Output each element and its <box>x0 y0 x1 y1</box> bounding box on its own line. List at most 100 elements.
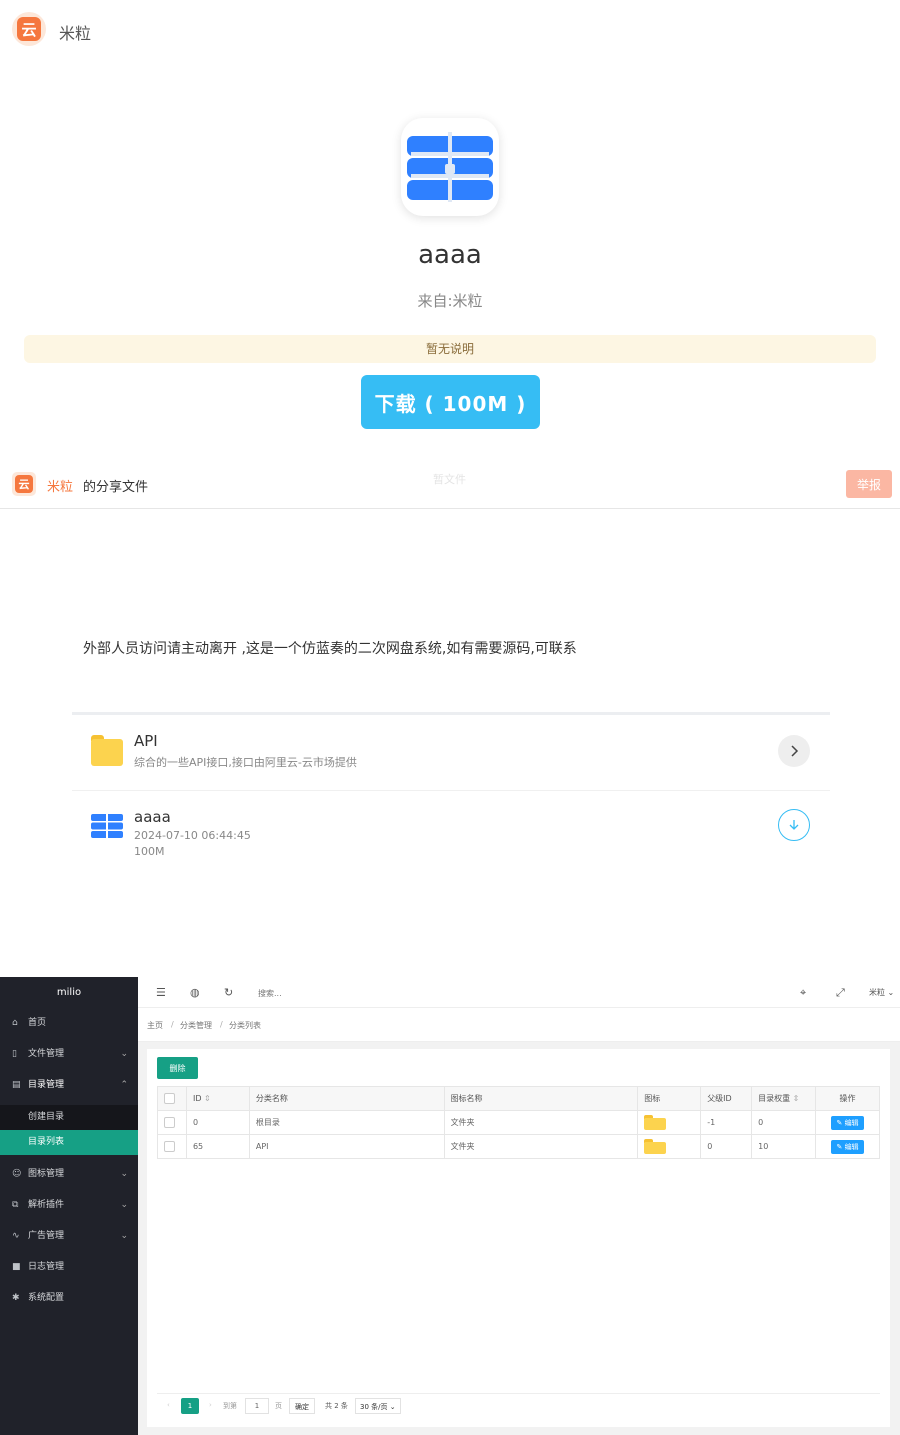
cell-name: 根目录 <box>248 1110 445 1135</box>
pencil-icon: ✎ <box>836 1118 843 1127</box>
chevron-right-icon <box>791 745 799 757</box>
search-input[interactable] <box>258 985 408 1001</box>
admin-brand[interactable]: milio <box>0 977 138 1008</box>
sidebar-item-label: 首页 <box>28 1018 47 1028</box>
item-size: 100M <box>134 845 165 858</box>
page-1-button[interactable]: 1 <box>181 1398 199 1414</box>
column-header-parent: 父级ID <box>700 1086 753 1111</box>
cell-weight: 0 <box>751 1110 817 1135</box>
edit-button[interactable]: ✎ 编辑 <box>831 1115 864 1130</box>
download-icon <box>789 820 799 830</box>
goto-confirm-button[interactable]: 确定 <box>289 1398 315 1414</box>
edit-button[interactable]: ✎ 编辑 <box>831 1139 864 1154</box>
row-checkbox[interactable] <box>157 1134 187 1159</box>
sidebar-item-logs[interactable]: ■ 日志管理 <box>0 1252 138 1283</box>
list-item[interactable]: API 综合的一些API接口,接口由阿里云-云市场提供 <box>72 715 830 791</box>
cell-id: 0 <box>185 1110 250 1135</box>
sidebar-item-plugins[interactable]: ⧉ 解析插件 ⌄ <box>0 1190 138 1221</box>
list-item[interactable]: aaaa 2024-07-10 06:44:45 100M <box>72 791 830 871</box>
goto-label: 到第 <box>223 1402 237 1410</box>
select-all-checkbox[interactable] <box>157 1086 187 1111</box>
cloud-logo-icon: 云 <box>15 475 33 493</box>
sidebar-item-files[interactable]: ▯ 文件管理 ⌄ <box>0 1039 138 1070</box>
open-folder-button[interactable] <box>778 735 810 767</box>
menu-toggle-icon[interactable]: ☰ <box>156 977 166 1008</box>
sidebar-item-icons[interactable]: ☺ 图标管理 ⌄ <box>0 1159 138 1190</box>
item-date: 2024-07-10 06:44:45 <box>134 829 251 842</box>
cell-parent: 0 <box>700 1134 753 1159</box>
column-header-weight[interactable]: 目录权重 ⇕ <box>751 1086 817 1111</box>
cell-icon <box>637 1134 702 1159</box>
sidebar-item-label: 图标管理 <box>28 1169 65 1179</box>
share-logo[interactable]: 云 <box>12 472 36 496</box>
download-item-button[interactable] <box>778 809 810 841</box>
chevron-down-icon: ⌄ <box>120 1200 128 1210</box>
tag-icon[interactable]: ⌖ <box>800 977 806 1008</box>
gear-icon: ✱ <box>12 1293 20 1303</box>
goto-page-input[interactable]: 1 <box>245 1398 269 1414</box>
brand-logo[interactable]: 云 <box>12 12 46 46</box>
breadcrumb-separator: / <box>220 1020 223 1029</box>
total-count: 共 2 条 <box>325 1402 348 1410</box>
sidebar-item-ads[interactable]: ∿ 广告管理 ⌄ <box>0 1221 138 1252</box>
column-header-icon: 图标 <box>637 1086 702 1111</box>
file-title: aaaa <box>418 240 482 270</box>
item-name[interactable]: aaaa <box>134 808 171 826</box>
breadcrumb-list: 分类列表 <box>229 1021 261 1030</box>
cell-icon-name: 文件夹 <box>443 1134 639 1159</box>
column-header-name: 分类名称 <box>248 1086 445 1111</box>
share-title: 的分享文件 <box>83 480 149 495</box>
chevron-up-icon: ⌃ <box>120 1080 128 1090</box>
cell-id: 65 <box>185 1134 250 1159</box>
pencil-icon: ✎ <box>836 1142 843 1151</box>
stacked-file-icon <box>407 132 493 202</box>
pulse-icon: ∿ <box>12 1231 20 1241</box>
sidebar-subitem-create-dir[interactable]: 创建目录 <box>0 1105 138 1130</box>
row-checkbox[interactable] <box>157 1110 187 1135</box>
download-button[interactable]: 下载 ( 100M ) <box>361 375 540 429</box>
sidebar-item-home[interactable]: ⌂ 首页 <box>0 1008 138 1039</box>
file-source: 来自:米粒 <box>417 292 483 310</box>
breadcrumb-category[interactable]: 分类管理 <box>180 1020 212 1031</box>
item-desc: 综合的一些API接口,接口由阿里云-云市场提供 <box>134 756 357 769</box>
user-menu[interactable]: 米粒 ⌄ <box>869 977 894 1008</box>
delete-button[interactable]: 删除 <box>157 1057 198 1079</box>
column-header-id[interactable]: ID ⇕ <box>185 1086 250 1111</box>
cell-name: API <box>248 1134 445 1159</box>
cell-parent: -1 <box>700 1110 753 1135</box>
item-name[interactable]: API <box>134 732 158 750</box>
sidebar-item-label: 解析插件 <box>28 1200 65 1210</box>
sidebar-subitem-dir-list[interactable]: 目录列表 <box>0 1130 138 1155</box>
prev-page-icon[interactable]: ‹ <box>167 1401 170 1409</box>
content-card: 删除 ID ⇕ 分类名称 图标名称 图标 父级ID 目录权重 ⇕ 操作 0 根目… <box>147 1049 890 1427</box>
cell-icon <box>637 1110 702 1135</box>
fullscreen-icon[interactable]: ⤢ <box>836 977 845 1008</box>
file-list: API 综合的一些API接口,接口由阿里云-云市场提供 aaaa 2024-07… <box>72 712 830 871</box>
log-icon: ■ <box>12 1262 21 1272</box>
refresh-icon[interactable]: ↻ <box>224 977 233 1008</box>
plugin-icon: ⧉ <box>12 1200 19 1210</box>
chevron-down-icon: ⌄ <box>120 1049 128 1059</box>
user-menu-label: 米粒 <box>869 988 885 997</box>
sidebar-item-settings[interactable]: ✱ 系统配置 <box>0 1283 138 1314</box>
page-size-select[interactable]: 30 条/页 ⌄ <box>355 1398 401 1414</box>
report-button[interactable]: 举报 <box>846 470 892 498</box>
home-icon: ⌂ <box>12 1018 18 1028</box>
brand-name[interactable]: 米粒 <box>59 20 91 44</box>
admin-topbar: ☰ ◍ ↻ ⌖ ⤢ 米粒 ⌄ <box>138 977 900 1008</box>
chevron-down-icon: ⌄ <box>887 988 895 997</box>
table-row: 0 根目录 文件夹 -1 0 ✎ 编辑 <box>157 1110 880 1135</box>
smile-icon: ☺ <box>12 1169 22 1179</box>
sidebar-item-directories[interactable]: ▤ 目录管理 ⌃ <box>0 1070 138 1101</box>
breadcrumb-home[interactable]: 主页 <box>147 1020 163 1031</box>
cloud-logo-icon: 云 <box>17 17 41 41</box>
share-header: 云 米粒 的分享文件 暂文件 举报 <box>0 460 900 509</box>
next-page-icon[interactable]: › <box>209 1401 212 1409</box>
sidebar-item-label: 广告管理 <box>28 1231 65 1241</box>
file-icon <box>91 813 123 839</box>
cell-action: ✎ 编辑 <box>815 1110 880 1135</box>
globe-icon[interactable]: ◍ <box>190 977 200 1008</box>
share-user-name[interactable]: 米粒 <box>47 476 73 495</box>
folder-icon: ▤ <box>12 1080 21 1090</box>
admin-sidebar: milio ⌂ 首页 ▯ 文件管理 ⌄ ▤ 目录管理 ⌃ 创建目录 目录列表 ☺… <box>0 977 138 1435</box>
